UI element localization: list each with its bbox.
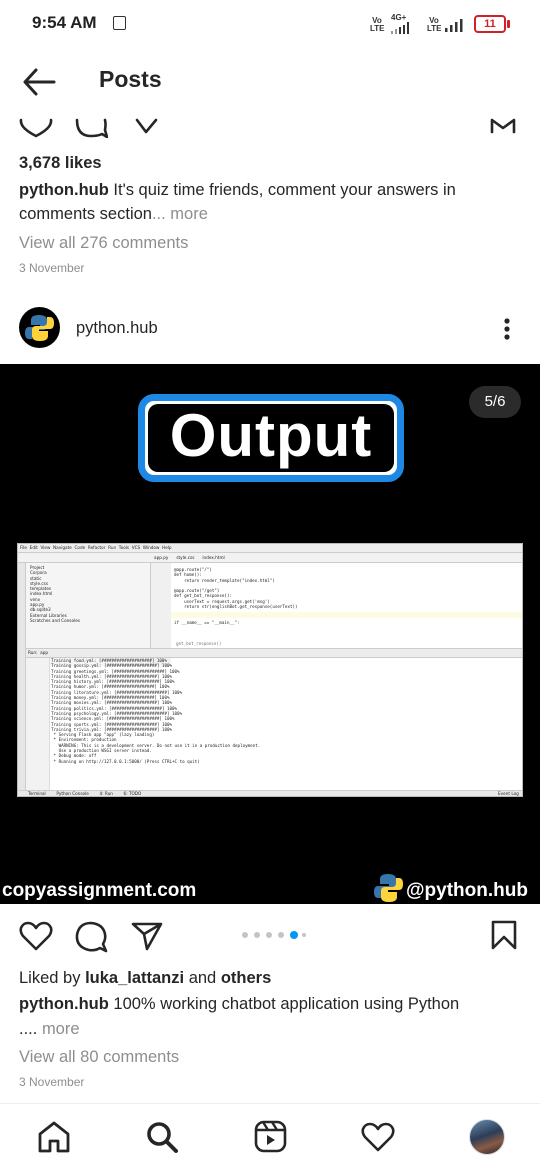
liked-by: Liked by luka_lattanzi and others (19, 967, 271, 989)
post-caption-text: 100% working chatbot application using P… (113, 995, 460, 1013)
carousel-counter: 5/6 (469, 386, 521, 418)
caption: python.hub It's quiz time friends, comme… (19, 179, 456, 201)
comment-icon[interactable] (74, 118, 108, 138)
post-view-comments-link[interactable]: View all 80 comments (19, 1046, 179, 1068)
network-type-label: 4G+ (391, 13, 407, 22)
post-date: 3 November (19, 1075, 85, 1086)
activity-heart-icon[interactable] (361, 1122, 395, 1152)
caption-line-2: comments section... more (19, 203, 208, 225)
carousel-dot (278, 932, 284, 938)
liked-by-prefix: Liked by (19, 969, 81, 987)
volte-icon-2: Vo LTE (427, 16, 442, 33)
home-icon[interactable] (37, 1121, 71, 1153)
ide-toolbar (18, 553, 522, 563)
carousel-dot (290, 931, 298, 939)
more-vertical-icon[interactable] (503, 317, 511, 341)
watermark-right: @python.hub (406, 880, 528, 901)
volte-icon: Vo LTE (370, 16, 385, 33)
caption-text-2: comments section (19, 205, 152, 223)
python-watermark-icon (374, 874, 403, 902)
page-title: Posts (99, 66, 162, 92)
ide-run-label: Run: (28, 650, 38, 655)
share-icon[interactable] (131, 921, 163, 951)
arrow-left-icon[interactable] (22, 67, 56, 97)
heart-icon[interactable] (18, 118, 54, 138)
ide-run-name: app (40, 650, 49, 655)
watermark-left: copyassignment.com (2, 880, 197, 901)
profile-avatar[interactable] (469, 1119, 505, 1155)
output-title: Output (169, 402, 373, 469)
likes-count: 3,678 likes (19, 154, 102, 172)
heart-icon[interactable] (19, 920, 53, 952)
ide-console: Training food.yml: [####################… (51, 658, 261, 764)
liked-by-user[interactable]: luka_lattanzi (85, 969, 184, 987)
python-logo-icon (25, 315, 54, 341)
ide-screenshot: File Edit View Navigate Code Refactor Ru… (17, 543, 523, 797)
battery-nub (507, 20, 510, 28)
carousel-dot (254, 932, 260, 938)
ide-left-strip (18, 563, 26, 796)
liked-by-and: and (188, 969, 217, 987)
ide-run-side (26, 658, 50, 790)
carousel-dot (242, 932, 248, 938)
battery-icon: 11 (474, 15, 506, 33)
post-username[interactable]: python.hub (76, 317, 158, 339)
status-bar: 9:54 AM Vo LTE 4G+ Vo LTE 11 (0, 0, 540, 48)
ide-tabs: app.py style.css index.html (154, 555, 225, 560)
caption-more-link[interactable]: ... more (152, 205, 208, 223)
ide-bottom-tabs: Terminal Python Console 4: Run 6: TODO (28, 791, 142, 796)
ide-run-bar (26, 648, 522, 658)
status-time: 9:54 AM (32, 13, 97, 32)
bookmark-icon[interactable] (490, 118, 518, 134)
signal-icon-2 (445, 19, 463, 32)
post-caption: python.hub 100% working chatbot applicat… (19, 993, 459, 1015)
notification-icon (113, 16, 126, 30)
ide-menu-text: File Edit View Navigate Code Refactor Ru… (20, 545, 172, 550)
ide-event-log: Event Log (498, 791, 519, 796)
carousel-dot (302, 933, 306, 937)
share-icon[interactable] (134, 118, 160, 134)
comment-icon[interactable] (74, 920, 108, 954)
avatar[interactable] (19, 307, 60, 348)
carousel-dot (266, 932, 272, 938)
bookmark-icon[interactable] (490, 920, 518, 950)
post-caption-ellipsis: .... (19, 1020, 38, 1038)
search-icon[interactable] (145, 1120, 179, 1154)
ide-code: @app.route("/") def home(): return rende… (174, 567, 298, 625)
caption-username[interactable]: python.hub (19, 181, 109, 199)
view-comments-link[interactable]: View all 276 comments (19, 232, 188, 254)
reels-icon[interactable] (254, 1120, 287, 1153)
ide-project-tree: Project Corpora static style.css templat… (30, 565, 80, 623)
liked-by-others[interactable]: others (221, 969, 271, 987)
post-date: 3 November (19, 261, 85, 275)
post-caption-username[interactable]: python.hub (19, 995, 109, 1013)
post-date-clip: 3 November (0, 1074, 540, 1086)
caption-text: It's quiz time friends, comment your ans… (113, 181, 456, 199)
ide-run-tab: Run: app (28, 650, 48, 655)
ide-breadcrumb: get_bot_response() (176, 641, 222, 646)
post-caption-more-link[interactable]: more (42, 1020, 80, 1038)
signal-icon (391, 22, 409, 34)
post-caption-more: .... more (19, 1018, 80, 1040)
